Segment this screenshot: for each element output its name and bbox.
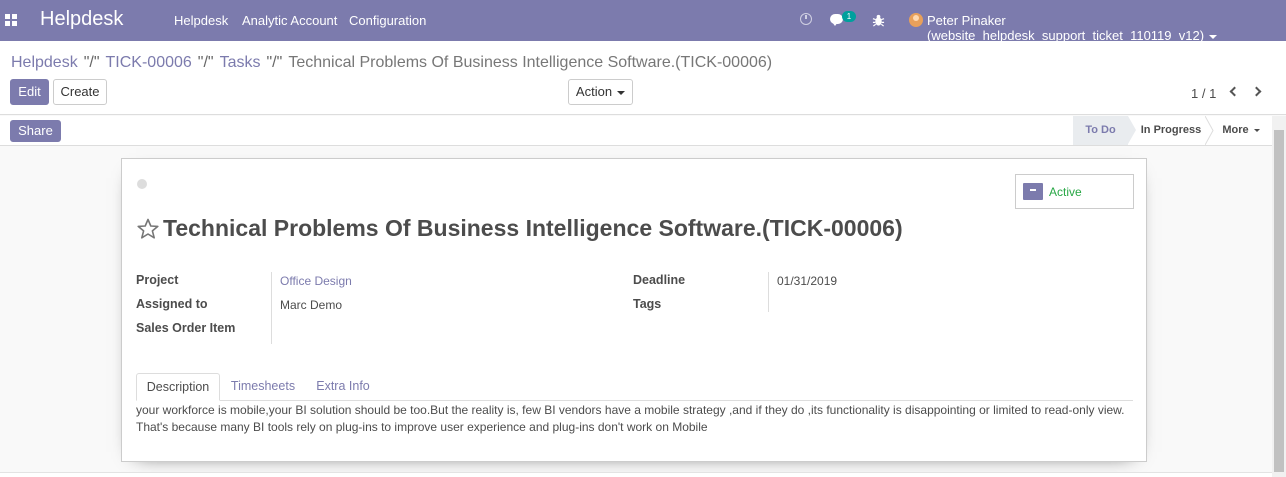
sales-order-item-label: Sales Order Item [136, 321, 236, 335]
action-dropdown[interactable]: Action [568, 79, 633, 105]
breadcrumb: Helpdesk "/" TICK-00006 "/" Tasks "/" Technica… [11, 54, 772, 72]
breadcrumb-ticket[interactable]: TICK-00006 [106, 54, 192, 71]
vertical-scrollbar[interactable] [1272, 116, 1286, 477]
pager-previous-button[interactable] [1226, 84, 1242, 100]
page-bottom [0, 472, 1272, 477]
breadcrumb-separator: "/" [83, 54, 100, 71]
breadcrumb-tasks[interactable]: Tasks [220, 54, 261, 71]
user-avatar[interactable] [909, 13, 923, 27]
chevron-down-icon [1253, 128, 1260, 132]
activity-clock-icon[interactable] [800, 13, 812, 25]
app-brand[interactable]: Helpdesk [40, 8, 123, 31]
kanban-state-indicator[interactable] [137, 179, 147, 189]
tags-label: Tags [633, 297, 662, 311]
chevron-down-icon [617, 90, 626, 95]
star-icon[interactable] [136, 217, 160, 241]
control-panel: Helpdesk "/" TICK-00006 "/" Tasks "/" Technica… [0, 41, 1286, 115]
description-field[interactable]: your workforce is mobile,your BI solutio… [136, 402, 1136, 436]
chevron-left-icon [1229, 86, 1240, 97]
share-button[interactable]: Share [10, 120, 61, 142]
stage-more-dropdown[interactable]: More [1218, 116, 1264, 145]
action-label: Action [575, 84, 613, 99]
stage-todo[interactable]: To Do [1073, 116, 1128, 145]
tab-description[interactable]: Description [136, 373, 220, 401]
tab-timesheets[interactable]: Timesheets [224, 373, 302, 401]
menu-helpdesk[interactable]: Helpdesk [174, 13, 228, 28]
stage-arrow [1128, 116, 1136, 144]
active-label: Active [1049, 185, 1082, 199]
chevron-right-icon [1251, 86, 1262, 97]
form-statusbar: Share To Do In Progress More [0, 116, 1286, 146]
top-navbar: Helpdesk Helpdesk Analytic Account Confi… [0, 0, 1286, 43]
breadcrumb-current: Technical Problems Of Business Intellige… [288, 54, 773, 71]
chevron-down-icon [1209, 34, 1218, 39]
assigned-to-label: Assigned to [136, 297, 208, 311]
stage-in-progress[interactable]: In Progress [1138, 116, 1204, 145]
active-toggle-button[interactable]: Active [1015, 174, 1134, 209]
debug-bug-icon[interactable] [872, 14, 885, 27]
form-sheet: Active Technical Problems Of Business In… [121, 158, 1147, 462]
create-button[interactable]: Create [53, 79, 107, 105]
field-divider [768, 272, 769, 312]
breadcrumb-separator: "/" [197, 54, 214, 71]
deadline-field[interactable]: 01/31/2019 [777, 274, 837, 288]
project-label: Project [136, 273, 179, 287]
chat-count-badge: 1 [842, 11, 856, 22]
project-field[interactable]: Office Design [280, 274, 352, 288]
menu-analytic-account[interactable]: Analytic Account [242, 13, 337, 28]
user-menu[interactable]: Peter Pinaker (website_helpdesk_support_… [927, 13, 1286, 43]
stage-more-label: More [1222, 124, 1249, 136]
notebook-tabs: Description Timesheets Extra Info [136, 373, 1133, 401]
apps-menu-icon[interactable] [5, 14, 17, 26]
menu-configuration[interactable]: Configuration [349, 13, 426, 28]
scrollbar-thumb[interactable] [1274, 130, 1284, 472]
deadline-label: Deadline [633, 273, 686, 287]
tab-extra-info[interactable]: Extra Info [308, 373, 378, 401]
user-name: Peter Pinaker (website_helpdesk_support_… [927, 13, 1205, 43]
pager-next-button[interactable] [1251, 84, 1267, 100]
record-title[interactable]: Technical Problems Of Business Intellige… [163, 215, 903, 242]
assigned-to-field[interactable]: Marc Demo [280, 298, 342, 312]
edit-button[interactable]: Edit [10, 79, 49, 105]
field-divider [271, 272, 272, 344]
stage-arrow [1205, 116, 1214, 145]
breadcrumb-separator: "/" [266, 54, 283, 71]
archive-icon [1023, 183, 1043, 200]
pager-value[interactable]: 1 / 1 [1191, 86, 1216, 101]
breadcrumb-helpdesk[interactable]: Helpdesk [11, 54, 78, 71]
